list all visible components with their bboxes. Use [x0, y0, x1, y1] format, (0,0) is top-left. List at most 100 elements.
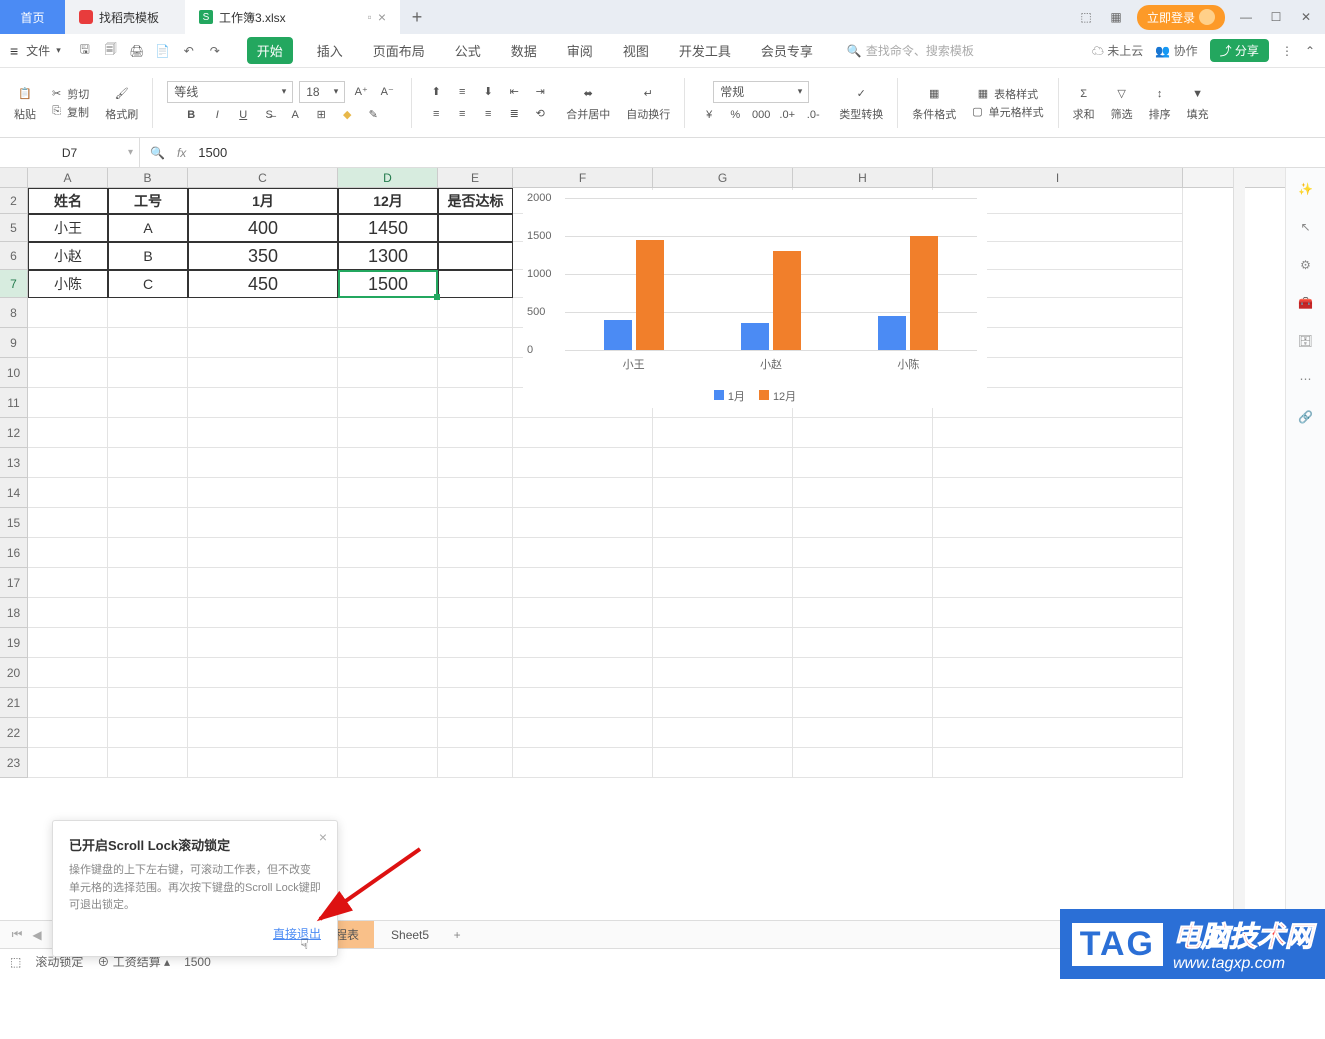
row-header[interactable]: 23	[0, 748, 28, 778]
name-box[interactable]: D7	[0, 138, 140, 167]
cell[interactable]	[438, 418, 513, 448]
cell[interactable]	[653, 718, 793, 748]
cell[interactable]	[438, 448, 513, 478]
share-button[interactable]: ⤴ 分享	[1210, 39, 1269, 62]
cell[interactable]	[438, 628, 513, 658]
menu-tab-start[interactable]: 开始	[247, 37, 293, 64]
cell[interactable]	[338, 658, 438, 688]
cell[interactable]	[28, 358, 108, 388]
sheet-tab-sheet5[interactable]: Sheet5	[376, 923, 444, 947]
cell[interactable]	[338, 718, 438, 748]
row-header[interactable]: 13	[0, 448, 28, 478]
type-convert-button[interactable]: ✓类型转换	[833, 84, 889, 122]
row-header[interactable]: 17	[0, 568, 28, 598]
cell[interactable]	[338, 628, 438, 658]
col-header-H[interactable]: H	[793, 168, 933, 187]
saveas-icon[interactable]: 🗐	[101, 41, 121, 61]
cell[interactable]	[108, 508, 188, 538]
cell[interactable]	[438, 478, 513, 508]
paste-button[interactable]: 📋粘贴	[8, 84, 42, 122]
cut-button[interactable]: ✂剪切	[52, 86, 89, 102]
cell[interactable]	[793, 538, 933, 568]
cell[interactable]	[438, 270, 513, 298]
cell[interactable]	[653, 688, 793, 718]
copy-button[interactable]: ⎘复制	[52, 104, 89, 120]
fx-icon[interactable]: fx	[177, 146, 186, 160]
fill-color-icon[interactable]: ◆	[337, 105, 357, 125]
menu-tab-layout[interactable]: 页面布局	[367, 37, 431, 64]
row-header[interactable]: 18	[0, 598, 28, 628]
menu-tab-formula[interactable]: 公式	[449, 37, 487, 64]
cell[interactable]	[338, 388, 438, 418]
row-header[interactable]: 6	[0, 242, 28, 270]
sp-settings-icon[interactable]: ⚙	[1295, 254, 1317, 276]
row-header[interactable]: 20	[0, 658, 28, 688]
cell[interactable]	[933, 658, 1183, 688]
row-header[interactable]: 7	[0, 270, 28, 298]
font-smaller-icon[interactable]: A⁻	[377, 82, 397, 102]
cell[interactable]: 小陈	[28, 270, 108, 298]
row-header[interactable]: 22	[0, 718, 28, 748]
cell[interactable]	[793, 418, 933, 448]
italic-icon[interactable]: I	[207, 105, 227, 125]
cell[interactable]: A	[108, 214, 188, 242]
decimal-dec-icon[interactable]: .0-	[803, 105, 823, 125]
cell[interactable]	[933, 718, 1183, 748]
col-header-G[interactable]: G	[653, 168, 793, 187]
cell[interactable]	[438, 688, 513, 718]
cell[interactable]: 1月	[188, 188, 338, 214]
cell[interactable]	[793, 688, 933, 718]
login-button[interactable]: 立即登录	[1137, 5, 1225, 30]
cell[interactable]: 1450	[338, 214, 438, 242]
cell[interactable]	[338, 598, 438, 628]
align-bot-icon[interactable]: ⬇	[478, 82, 498, 102]
menu-tab-dev[interactable]: 开发工具	[673, 37, 737, 64]
cell[interactable]	[108, 568, 188, 598]
cell[interactable]	[28, 538, 108, 568]
sp-ai-icon[interactable]: ✨	[1295, 178, 1317, 200]
cell[interactable]	[338, 298, 438, 328]
sp-select-icon[interactable]: ↖	[1295, 216, 1317, 238]
cell[interactable]	[933, 748, 1183, 778]
cell[interactable]	[933, 538, 1183, 568]
cell[interactable]	[338, 448, 438, 478]
tab-home[interactable]: 首页	[0, 0, 65, 34]
cell[interactable]	[438, 328, 513, 358]
align-right-icon[interactable]: ≡	[478, 104, 498, 124]
cell[interactable]	[513, 718, 653, 748]
cell-style-button[interactable]: ▢单元格样式	[972, 104, 1043, 120]
cell[interactable]	[188, 298, 338, 328]
indent-inc-icon[interactable]: ⇥	[530, 82, 550, 102]
cell[interactable]	[188, 388, 338, 418]
cell[interactable]	[933, 448, 1183, 478]
sp-link-icon[interactable]: 🔗	[1295, 406, 1317, 428]
cell[interactable]	[438, 598, 513, 628]
cell[interactable]	[108, 448, 188, 478]
cell[interactable]	[513, 658, 653, 688]
cell[interactable]	[438, 298, 513, 328]
cell[interactable]	[108, 328, 188, 358]
cell[interactable]	[793, 748, 933, 778]
cell[interactable]	[28, 748, 108, 778]
embedded-chart[interactable]: 0500100015002000小王小赵小陈 1月 12月	[523, 190, 987, 408]
cell[interactable]	[188, 568, 338, 598]
cell[interactable]	[28, 718, 108, 748]
cell[interactable]	[28, 418, 108, 448]
currency-icon[interactable]: ¥	[699, 105, 719, 125]
align-top-icon[interactable]: ⬆	[426, 82, 446, 102]
cell[interactable]	[108, 418, 188, 448]
format-painter-button[interactable]: 🖌格式刷	[99, 84, 144, 122]
cell[interactable]	[188, 358, 338, 388]
cell[interactable]	[188, 478, 338, 508]
cell[interactable]	[188, 748, 338, 778]
cell[interactable]	[793, 718, 933, 748]
thousands-icon[interactable]: 000	[751, 105, 771, 125]
col-header-A[interactable]: A	[28, 168, 108, 187]
col-header-E[interactable]: E	[438, 168, 513, 187]
cell[interactable]	[188, 328, 338, 358]
cell[interactable]	[438, 242, 513, 270]
size-combo[interactable]: 18▾	[299, 81, 345, 103]
cell[interactable]: 工号	[108, 188, 188, 214]
cell[interactable]	[108, 688, 188, 718]
cell[interactable]	[28, 688, 108, 718]
